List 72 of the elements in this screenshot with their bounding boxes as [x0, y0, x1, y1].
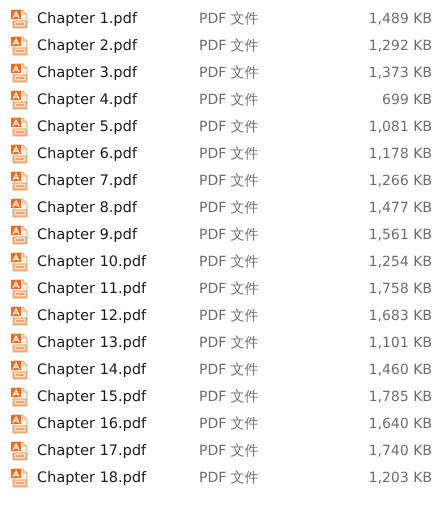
pdf-file-icon: [10, 8, 30, 28]
file-type: PDF 文件: [199, 306, 260, 324]
file-type: PDF 文件: [199, 118, 260, 136]
file-type: PDF 文件: [199, 468, 260, 486]
file-name[interactable]: Chapter 3.pdf: [37, 64, 137, 80]
pdf-file-icon: [10, 90, 30, 110]
file-type: PDF 文件: [199, 36, 260, 54]
file-name[interactable]: Chapter 16.pdf: [37, 416, 146, 432]
file-size: 1,477 KB: [368, 200, 432, 216]
file-name[interactable]: Chapter 12.pdf: [37, 308, 146, 324]
pdf-file-icon: [10, 440, 30, 460]
pdf-file-icon: [10, 360, 30, 380]
file-size: 1,266 KB: [368, 172, 432, 188]
file-size: 699 KB: [382, 92, 432, 108]
file-type: PDF 文件: [199, 144, 260, 162]
file-name[interactable]: Chapter 17.pdf: [37, 442, 146, 458]
file-size: 1,292 KB: [368, 38, 432, 54]
file-size: 1,081 KB: [368, 118, 432, 134]
file-size: 1,178 KB: [368, 146, 432, 162]
file-name[interactable]: Chapter 8.pdf: [37, 200, 137, 216]
pdf-file-icon: [10, 332, 30, 352]
file-name[interactable]: Chapter 9.pdf: [37, 226, 137, 242]
pdf-file-icon: [10, 414, 30, 434]
file-name[interactable]: Chapter 11.pdf: [37, 280, 146, 296]
file-type: PDF 文件: [199, 198, 260, 216]
pdf-file-icon: [10, 468, 30, 488]
file-type: PDF 文件: [199, 360, 260, 378]
file-name[interactable]: Chapter 1.pdf: [37, 10, 137, 26]
file-type: PDF 文件: [199, 334, 260, 352]
pdf-file-icon: [10, 170, 30, 190]
file-size: 1,373 KB: [368, 64, 432, 80]
file-name[interactable]: Chapter 18.pdf: [37, 470, 146, 486]
file-name[interactable]: Chapter 2.pdf: [37, 38, 137, 54]
file-type: PDF 文件: [199, 10, 260, 28]
file-size: 1,101 KB: [368, 334, 432, 350]
pdf-file-icon: [10, 252, 30, 272]
file-type: PDF 文件: [199, 388, 260, 406]
file-type: PDF 文件: [199, 172, 260, 190]
file-name[interactable]: Chapter 7.pdf: [37, 172, 137, 188]
file-name[interactable]: Chapter 10.pdf: [37, 254, 146, 270]
file-name[interactable]: Chapter 15.pdf: [37, 388, 146, 404]
file-size: 1,254 KB: [368, 254, 432, 270]
file-size: 1,785 KB: [368, 388, 432, 404]
file-type: PDF 文件: [199, 90, 260, 108]
pdf-file-icon: [10, 306, 30, 326]
file-type: PDF 文件: [199, 280, 260, 298]
file-size: 1,203 KB: [368, 470, 432, 486]
pdf-file-icon: [10, 224, 30, 244]
file-size: 1,561 KB: [368, 226, 432, 242]
pdf-file-icon: [10, 198, 30, 218]
file-size: 1,460 KB: [368, 362, 432, 378]
file-type: PDF 文件: [199, 226, 260, 244]
pdf-file-icon: [10, 386, 30, 406]
pdf-file-icon: [10, 62, 30, 82]
pdf-file-icon: [10, 144, 30, 164]
file-type: PDF 文件: [199, 252, 260, 270]
file-name[interactable]: Chapter 5.pdf: [37, 118, 137, 134]
file-type: PDF 文件: [199, 414, 260, 432]
file-size: 1,683 KB: [368, 308, 432, 324]
file-size: 1,640 KB: [368, 416, 432, 432]
pdf-file-icon: [10, 36, 30, 56]
file-type: PDF 文件: [199, 64, 260, 82]
file-name[interactable]: Chapter 13.pdf: [37, 334, 146, 350]
file-type: PDF 文件: [199, 442, 260, 460]
pdf-file-icon: [10, 278, 30, 298]
file-name[interactable]: Chapter 4.pdf: [37, 92, 137, 108]
file-size: 1,740 KB: [368, 442, 432, 458]
file-size: 1,758 KB: [368, 280, 432, 296]
file-size: 1,489 KB: [368, 10, 432, 26]
file-name[interactable]: Chapter 14.pdf: [37, 362, 146, 378]
pdf-file-icon: [10, 116, 30, 136]
file-name[interactable]: Chapter 6.pdf: [37, 146, 137, 162]
